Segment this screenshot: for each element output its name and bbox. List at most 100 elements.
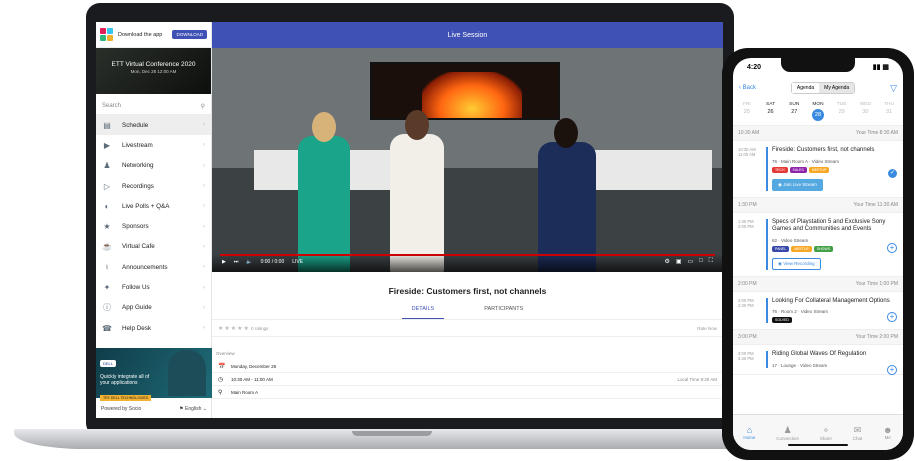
sidebar-item-schedule[interactable]: ▤ Schedule ›	[96, 115, 211, 136]
session-card-title: Looking For Collateral Management Option…	[772, 297, 890, 304]
session-card[interactable]: 3:00 PM 3:30 PM Riding Global Waves Of Re…	[733, 345, 903, 375]
miniplayer-icon[interactable]: ▣	[676, 258, 682, 265]
sidebar-item-virtual-cafe[interactable]: ☕ Virtual Cafe ›	[96, 237, 211, 257]
sidebar-item-livestream[interactable]: ▶ Livestream ›	[96, 135, 211, 155]
sidebar-item-networking[interactable]: ♟ Networking ›	[96, 156, 211, 176]
video-progress-bar[interactable]	[220, 254, 715, 256]
sidebar-item-recordings[interactable]: ▷ Recordings ›	[96, 176, 211, 196]
status-time: 4:20	[747, 63, 762, 71]
tab-me[interactable]: ☻ Me	[883, 425, 892, 440]
day-number: 25	[743, 109, 750, 115]
rating-stars-icon[interactable]: ★★★★★	[218, 326, 250, 332]
day-mon[interactable]: MON 28	[807, 102, 829, 121]
day-fri[interactable]: FRI 25	[736, 102, 758, 121]
session-tags: PANEL MEETUP SHOWS	[772, 245, 898, 252]
tab-share[interactable]: ⚬ Share	[820, 425, 832, 441]
session-card-title: Specs of Playstation 5 and Exclusive Son…	[772, 218, 886, 233]
local-time: Local Time 8:30 AM	[677, 376, 717, 382]
search-input[interactable]: Search ⚲	[96, 98, 211, 115]
home-icon: ⌂	[746, 425, 753, 435]
session-tag: TECH	[772, 166, 788, 173]
session-tag: SALES	[789, 166, 807, 173]
session-location: Main Room A	[231, 389, 259, 395]
session-card-title: Fireside: Customers first, not channels	[772, 147, 875, 153]
slot-time: 2:00 PM	[738, 280, 757, 287]
powered-by: Powered by Socio	[101, 406, 142, 412]
day-sat[interactable]: SAT 26	[760, 102, 782, 121]
join-live-stream-button[interactable]: ◉ Join Live Stream	[772, 178, 823, 191]
session-time-range: 2:00 PM 2:30 PM	[738, 297, 754, 308]
tab-chat[interactable]: ✉ Chat	[853, 425, 863, 441]
help-icon: ☎	[102, 323, 112, 333]
speaker-head	[312, 112, 336, 142]
search-icon: ⚲	[200, 103, 205, 110]
add-to-agenda-icon[interactable]: +	[887, 242, 897, 253]
tab-my-agenda[interactable]: My Agenda	[819, 83, 855, 93]
sidebar-item-help-desk[interactable]: ☎ Help Desk ›	[96, 318, 211, 338]
sidebar-item-label: Livestream	[122, 141, 153, 149]
video-player[interactable]: ▶ ⏭ 🔈 0:00 / 0:00 LIVE ⚙ ▣ ▭ □ ⛶	[212, 48, 723, 272]
chevron-right-icon: ›	[203, 325, 205, 332]
download-button[interactable]: DOWNLOAD	[172, 30, 207, 39]
session-time-row: ◷ 10:30 AM - 11:00 AM Local Time 8:30 AM	[212, 373, 723, 386]
speaker-figure	[538, 142, 596, 272]
time-slot-header: 2:00 PM Your Time 1:00 PM	[733, 276, 903, 292]
added-check-icon[interactable]: ✓	[888, 169, 897, 178]
sponsor-ad[interactable]: DELL Quickly integrate all of your appli…	[96, 348, 212, 401]
video-time: 0:00 / 0:00	[260, 259, 285, 265]
session-time-range: 3:00 PM 3:30 PM	[738, 351, 754, 362]
sidebar-item-announcements[interactable]: ♮ Announcements ›	[96, 257, 211, 277]
tab-details[interactable]: DETAILS	[401, 306, 445, 319]
user-icon: ☻	[883, 425, 893, 435]
tab-home[interactable]: ⌂ Home	[743, 425, 755, 440]
chevron-right-icon: ›	[203, 162, 205, 169]
sidebar-item-sponsors[interactable]: ★ Sponsors ›	[96, 216, 211, 236]
session-location-row: ⚲ Main Room A	[212, 386, 723, 399]
play-icon[interactable]: ▶	[222, 259, 226, 265]
day-tue[interactable]: TUE 29	[831, 102, 853, 121]
filter-icon[interactable]: ▽	[890, 83, 897, 94]
view-recording-button[interactable]: ◉ View Recording	[772, 257, 821, 270]
tab-agenda[interactable]: Agenda	[791, 83, 820, 93]
fullscreen-icon[interactable]: ⛶	[709, 258, 713, 265]
day-thu[interactable]: THU 31	[878, 102, 900, 121]
session-card[interactable]: 2:00 PM 2:30 PM Looking For Collateral Ma…	[733, 292, 903, 330]
session-tags: SOLVED	[772, 317, 898, 323]
day-number: 28	[811, 109, 824, 121]
sidebar-item-label: Sponsors	[122, 223, 149, 231]
next-icon[interactable]: ⏭	[234, 259, 239, 265]
settings-icon[interactable]: ⚙	[664, 258, 669, 265]
sidebar-item-app-guide[interactable]: ⓘ App Guide ›	[96, 298, 211, 318]
session-time-range: 10:30 AM 11:00 AM	[738, 147, 756, 158]
chevron-right-icon: ›	[203, 223, 205, 230]
day-name: MON	[812, 102, 824, 107]
session-tabs: DETAILS PARTICIPANTS	[212, 306, 723, 319]
sidebar-item-live-polls-q-a[interactable]: ◐ Live Polls + Q&A ›	[96, 196, 211, 216]
speaker-figure	[298, 136, 350, 272]
agenda-toggle: Agenda My Agenda	[790, 82, 856, 94]
session-card[interactable]: 1:30 PM 2:00 PM Specs of Playstation 5 an…	[733, 213, 903, 277]
tab-participants[interactable]: PARTICIPANTS	[474, 306, 533, 319]
sidebar-item-follow-us[interactable]: ✦ Follow Us ›	[96, 277, 211, 297]
add-to-agenda-icon[interactable]: +	[887, 311, 897, 322]
language-selector[interactable]: ⚑ English ⌄	[179, 406, 207, 412]
tab-connection[interactable]: ♟ Connection	[776, 425, 799, 441]
back-button[interactable]: ‹ Back	[739, 85, 756, 91]
video-controls-right: ⚙ ▣ ▭ □ ⛶	[664, 258, 713, 265]
theater-icon[interactable]: ▭	[688, 258, 694, 265]
day-wed[interactable]: WED 30	[854, 102, 876, 121]
volume-icon[interactable]: 🔈	[246, 259, 252, 265]
sidebar-item-label: Live Polls + Q&A	[122, 202, 170, 210]
session-card-title: Riding Global Waves Of Regulation	[772, 351, 867, 357]
session-card[interactable]: 10:30 AM 11:00 AM Fireside: Customers fir…	[733, 141, 903, 198]
event-title: ETT Virtual Conference 2020	[111, 61, 196, 68]
location-pin-icon: ⚲	[218, 389, 223, 396]
rate-now-link[interactable]: Rate Now	[697, 326, 717, 331]
download-text: Download the app	[118, 31, 163, 38]
day-number: 26	[767, 109, 774, 115]
session-tag: PANEL	[772, 245, 790, 252]
session-tags: TECH SALES MEETUP	[772, 166, 898, 173]
cast-icon[interactable]: □	[699, 258, 703, 265]
day-sun[interactable]: SUN 27	[783, 102, 805, 121]
add-to-agenda-icon[interactable]: +	[887, 365, 897, 375]
